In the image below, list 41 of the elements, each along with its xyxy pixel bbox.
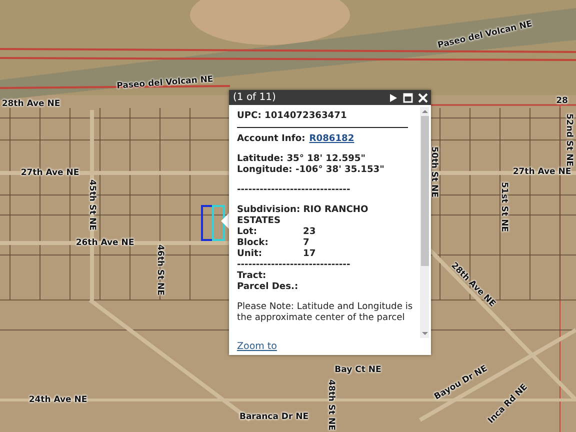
street-label: 50th St NE	[429, 146, 439, 198]
field-value: 17	[303, 249, 317, 260]
latitude-text: Latitude: 35° 18' 12.595"	[237, 154, 366, 165]
street-label: Baranca Dr NE	[239, 412, 309, 422]
account-link[interactable]: R086182	[309, 134, 354, 145]
street-label: Paseo del Volcan NE	[116, 74, 214, 92]
parcel-description-label: Parcel Des.:	[237, 282, 300, 293]
field-label: Lot:	[237, 227, 258, 238]
street-label: Paseo del Volcan NE	[436, 19, 534, 51]
parcel-outline	[212, 205, 225, 241]
street-label: 24th Ave NE	[28, 395, 88, 405]
street-label: 46th St NE	[155, 244, 165, 296]
street-label: 28	[556, 96, 568, 106]
street-label: 27th Ave NE	[512, 167, 572, 177]
upc-text: UPC: 1014072363471	[237, 111, 348, 122]
zoom-to-link[interactable]: Zoom to	[237, 341, 277, 352]
close-icon[interactable]	[418, 92, 428, 102]
maximize-icon[interactable]	[403, 92, 413, 102]
popup-title: (1 of 11)	[233, 92, 277, 103]
street-label: 52nd St NE	[564, 114, 574, 166]
field-value: 23	[303, 227, 317, 238]
field-value: 7	[303, 238, 310, 249]
street-label: 27th Ave NE	[20, 168, 80, 178]
longitude-text: Longitude: -106° 38' 35.153"	[237, 165, 386, 176]
dashed-separator: ------------------------------	[237, 185, 352, 196]
account-label: Account Info:	[237, 134, 306, 145]
tract-label: Tract:	[237, 271, 268, 282]
street-label: 48th St NE	[326, 380, 336, 430]
street-label: 51st St NE	[499, 182, 509, 232]
dashed-separator: ------------------------------	[237, 260, 352, 271]
street-label: 28th Ave NE	[2, 99, 60, 109]
street-label: 45th St NE	[87, 180, 97, 230]
note-text: Please Note: Latitude and Longitude is the approximate center of the parcel	[237, 302, 414, 324]
field-label: Unit:	[237, 249, 263, 260]
street-label: 26th Ave NE	[76, 238, 134, 248]
next-icon[interactable]	[389, 92, 398, 102]
street-label: Bay Ct NE	[334, 365, 382, 375]
scrollbar[interactable]	[420, 107, 429, 338]
field-label: Block:	[237, 238, 270, 249]
subdivision-text: Subdivision: RIO RANCHO ESTATES	[237, 205, 370, 227]
parcel-outline	[201, 205, 214, 241]
